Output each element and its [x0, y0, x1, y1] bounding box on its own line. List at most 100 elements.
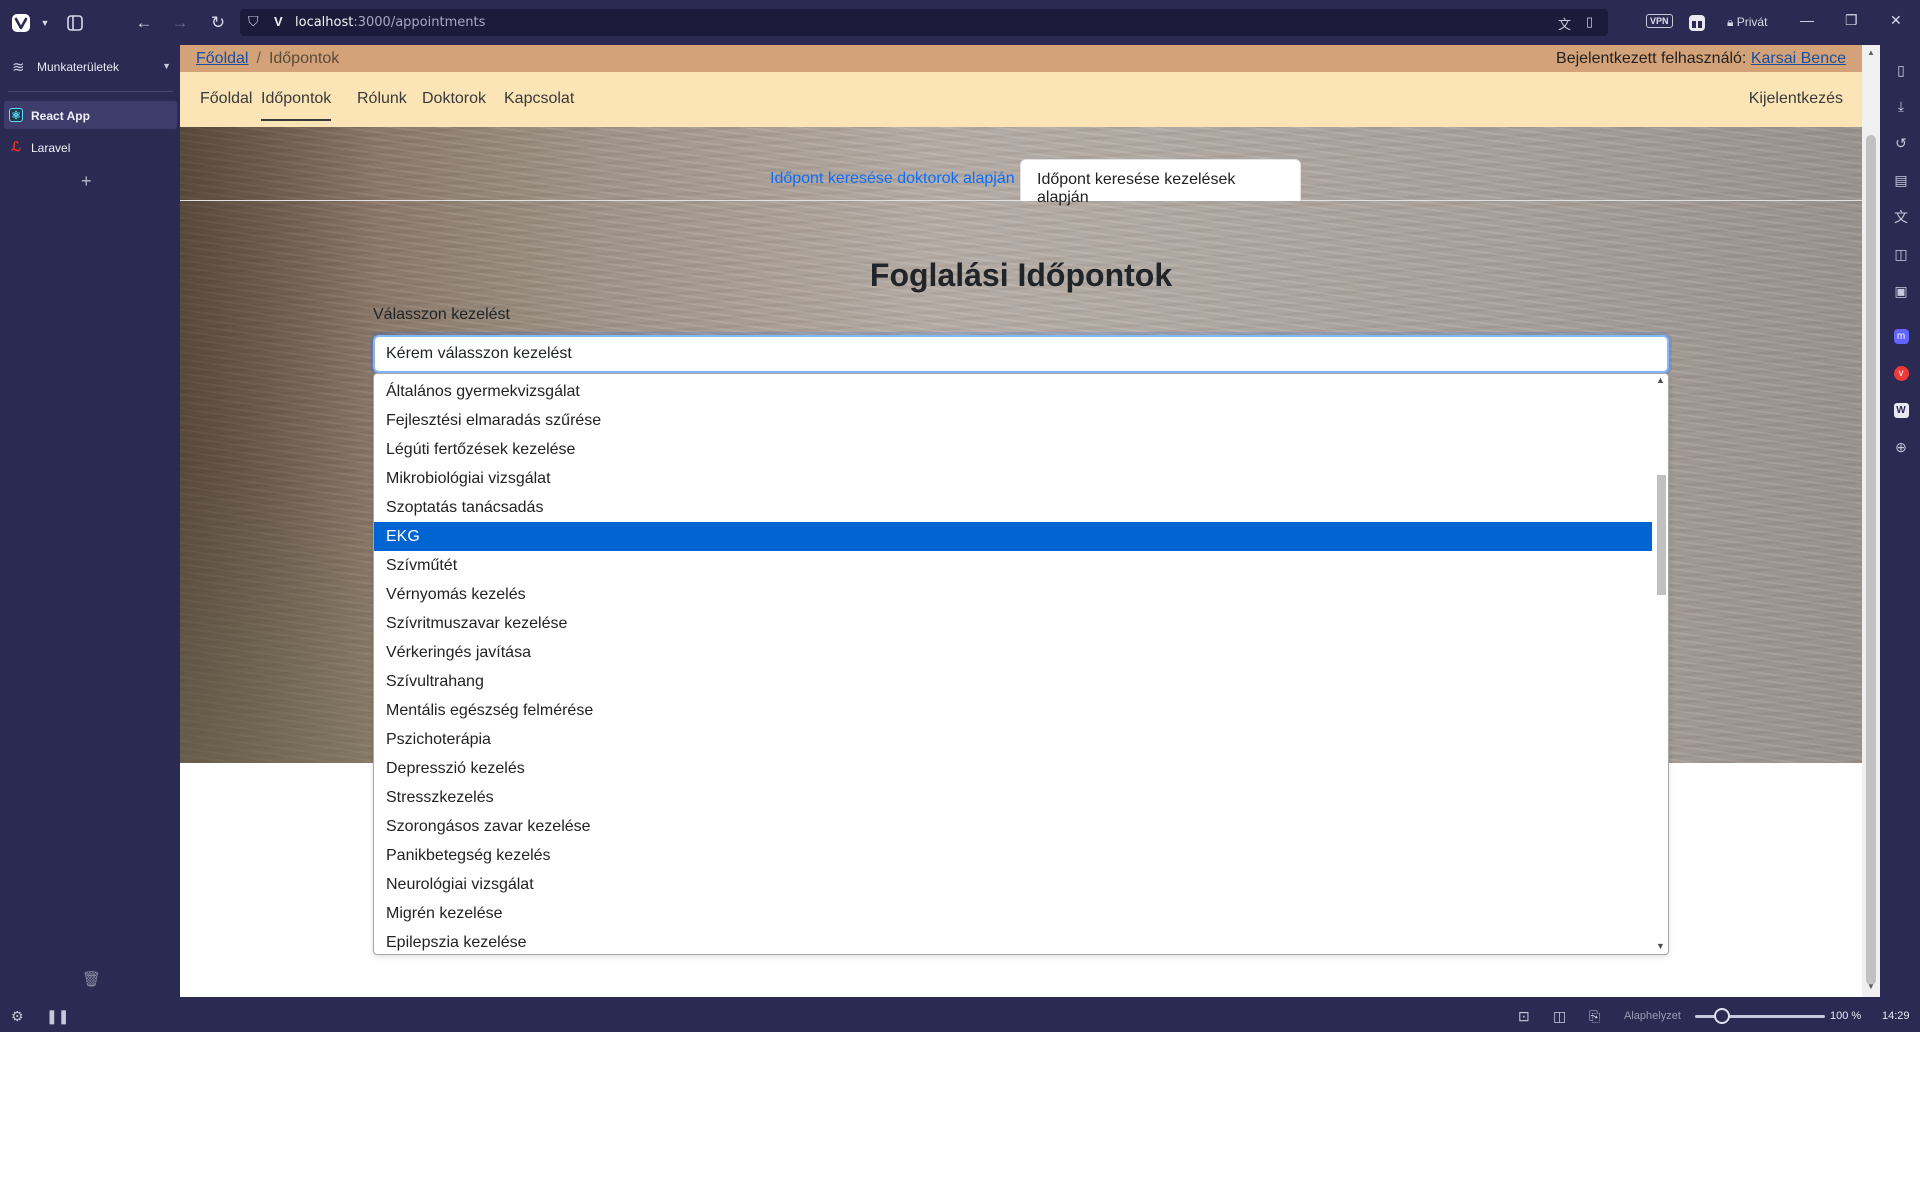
wikipedia-icon[interactable]: W — [1892, 401, 1910, 419]
clock: 14:29 — [1882, 1010, 1910, 1022]
zoom-reset-button[interactable]: Alaphelyzet — [1624, 1010, 1681, 1022]
chevron-down-icon: ▼ — [162, 61, 171, 71]
vivaldi-social-icon[interactable]: v — [1892, 364, 1910, 382]
side-panel-bar: ▯ ⤓ ↺ ▤ 文 ◫ ▣ m v W ⊕ — [1882, 45, 1920, 1000]
trash-icon[interactable]: 🗑︎ — [82, 970, 101, 988]
treatment-select-label: Válasszon kezelést — [373, 306, 510, 323]
gift-icon[interactable] — [1684, 10, 1710, 36]
shield-icon[interactable]: ⛉ — [248, 13, 259, 30]
dropdown-option[interactable]: Szívritmuszavar kezelése — [374, 609, 1652, 638]
zoom-value: 100 % — [1830, 1010, 1862, 1022]
browser-tab-label: React App — [31, 109, 90, 123]
translate-panel-icon[interactable]: 文 — [1892, 208, 1910, 226]
dropdown-scrollbar[interactable]: ▲ ▼ — [1652, 374, 1668, 954]
workspaces-button[interactable]: ≋ Munkaterületek ▼ — [8, 57, 173, 77]
site-info-icon[interactable]: V — [274, 14, 283, 29]
mastodon-icon[interactable]: m — [1892, 327, 1910, 345]
browser-tab-laravel[interactable]: ℒ Laravel — [4, 133, 177, 161]
translate-icon[interactable]: 文 — [1558, 14, 1571, 33]
vpn-button[interactable]: VPN — [1646, 14, 1673, 28]
page-actions-icon[interactable]: ⎘ — [1589, 1008, 1600, 1025]
restore-icon[interactable]: ❐ — [1845, 12, 1858, 29]
add-panel-icon[interactable]: ⊕ — [1892, 438, 1910, 456]
dropdown-option[interactable]: Stresszkezelés — [374, 783, 1652, 812]
downloads-panel-icon[interactable]: ⤓ — [1892, 97, 1910, 115]
nav-idopontok[interactable]: Időpontok — [261, 90, 332, 121]
page-title: Foglalási Időpontok — [869, 257, 1173, 293]
new-tab-icon[interactable]: + — [81, 171, 92, 192]
tile-pages-icon[interactable]: ❚❚ — [46, 1008, 69, 1025]
private-label: Privát — [1736, 15, 1768, 29]
dropdown-option[interactable]: Vérkeringés javítása — [374, 638, 1652, 667]
logout-link[interactable]: Kijelentkezés — [1749, 90, 1843, 108]
back-icon[interactable]: ← — [131, 10, 157, 36]
url-host: localhost — [295, 15, 354, 30]
history-panel-icon[interactable]: ↺ — [1892, 134, 1910, 152]
user-prefix: Bejelentkezett felhasználó: — [1556, 50, 1747, 67]
address-bar[interactable]: ⛉ V localhost:3000/appointments 文 ▯ — [240, 9, 1608, 36]
forward-icon[interactable]: → — [167, 10, 193, 36]
nav-fooldal[interactable]: Főoldal — [200, 90, 252, 108]
treatment-select[interactable]: Kérem válasszon kezelést — [373, 335, 1669, 373]
minimize-icon[interactable]: — — [1800, 12, 1814, 28]
nav-kapcsolat[interactable]: Kapcsolat — [504, 90, 574, 108]
workspaces-icon: ≋ — [12, 59, 25, 76]
reading-list-panel-icon[interactable]: ◫ — [1892, 245, 1910, 263]
close-icon[interactable]: ✕ — [1890, 12, 1902, 29]
bookmark-icon[interactable]: ▯ — [1586, 14, 1593, 30]
settings-gear-icon[interactable]: ⚙ — [11, 1008, 24, 1025]
page-scrollbar[interactable]: ▲ ▼ — [1862, 45, 1880, 997]
react-icon: ⚛ — [9, 108, 23, 122]
user-profile-link[interactable]: Karsai Bence — [1751, 50, 1846, 67]
nav-rolunk[interactable]: Rólunk — [357, 90, 407, 108]
dropdown-option[interactable]: Fejlesztési elmaradás szűrése — [374, 406, 1652, 435]
laravel-icon: ℒ — [11, 139, 21, 154]
dropdown-option[interactable]: Vérnyomás kezelés — [374, 580, 1652, 609]
vivaldi-logo-icon[interactable] — [8, 10, 34, 36]
breadcrumb-home-link[interactable]: Főoldal — [196, 50, 248, 67]
dropdown-option[interactable]: Szorongásos zavar kezelése — [374, 812, 1652, 841]
url-text[interactable]: localhost:3000/appointments — [295, 15, 485, 30]
dropdown-option[interactable]: Általános gyermekvizsgálat — [374, 377, 1652, 406]
browser-tab-label: Laravel — [31, 141, 71, 155]
dropdown-option[interactable]: Szívultrahang — [374, 667, 1652, 696]
capture-panel-icon[interactable]: ▣ — [1892, 282, 1910, 300]
treatment-select-value: Kérem válasszon kezelést — [386, 345, 572, 362]
tab-search-by-treatments[interactable]: Időpont keresése kezelések alapján — [1020, 159, 1301, 206]
dropdown-option[interactable]: Epilepszia kezelése — [374, 928, 1652, 954]
url-path: :3000/appointments — [353, 15, 486, 30]
page-scrollbar-thumb[interactable] — [1866, 135, 1876, 985]
capture-icon[interactable]: ⊡ — [1518, 1008, 1530, 1025]
dropdown-scrollbar-thumb[interactable] — [1657, 475, 1666, 595]
dropdown-option[interactable]: EKG — [374, 522, 1652, 551]
dropdown-option[interactable]: Légúti fertőzések kezelése — [374, 435, 1652, 464]
scroll-down-icon[interactable]: ▼ — [1867, 982, 1875, 991]
reload-icon[interactable]: ↻ — [205, 10, 231, 36]
dropdown-option[interactable]: Pszichoterápia — [374, 725, 1652, 754]
dropdown-option[interactable]: Szívműtét — [374, 551, 1652, 580]
treatment-dropdown-list[interactable]: Általános gyermekvizsgálat Fejlesztési el… — [373, 373, 1669, 955]
browser-toolbar: ▼ ← → ↻ ⛉ V localhost:3000/appointments … — [0, 0, 1920, 45]
bookmarks-panel-icon[interactable]: ▯ — [1892, 61, 1910, 79]
dropdown-option[interactable]: Depresszió kezelés — [374, 754, 1652, 783]
dropdown-option[interactable]: Mikrobiológiai vizsgálat — [374, 464, 1652, 493]
dropdown-option[interactable]: Panikbetegség kezelés — [374, 841, 1652, 870]
dropdown-option[interactable]: Mentális egészség felmérése — [374, 696, 1652, 725]
dropdown-option[interactable]: Szoptatás tanácsadás — [374, 493, 1652, 522]
private-indicator[interactable]: 🔒︎ Privát — [1727, 15, 1767, 30]
nav-doktorok[interactable]: Doktorok — [422, 90, 486, 108]
menu-caret-icon[interactable]: ▼ — [32, 10, 58, 36]
scroll-up-icon[interactable]: ▲ — [1656, 375, 1665, 385]
browser-tab-react-app[interactable]: ⚛ React App — [4, 101, 177, 129]
workspaces-label: Munkaterületek — [37, 60, 120, 74]
dropdown-option[interactable]: Neurológiai vizsgálat — [374, 870, 1652, 899]
zoom-slider-thumb[interactable] — [1714, 1008, 1730, 1024]
scroll-up-icon[interactable]: ▲ — [1867, 48, 1875, 57]
tab-search-by-doctors[interactable]: Időpont keresése doktorok alapján — [758, 159, 1027, 200]
logged-in-user: Bejelentkezett felhasználó: Karsai Bence — [1556, 50, 1846, 68]
page-tiling-icon[interactable]: ◫ — [1553, 1008, 1566, 1025]
notes-panel-icon[interactable]: ▤ — [1892, 171, 1910, 189]
dropdown-option[interactable]: Migrén kezelése — [374, 899, 1652, 928]
scroll-down-icon[interactable]: ▼ — [1656, 941, 1665, 951]
panel-toggle-icon[interactable] — [62, 10, 88, 36]
